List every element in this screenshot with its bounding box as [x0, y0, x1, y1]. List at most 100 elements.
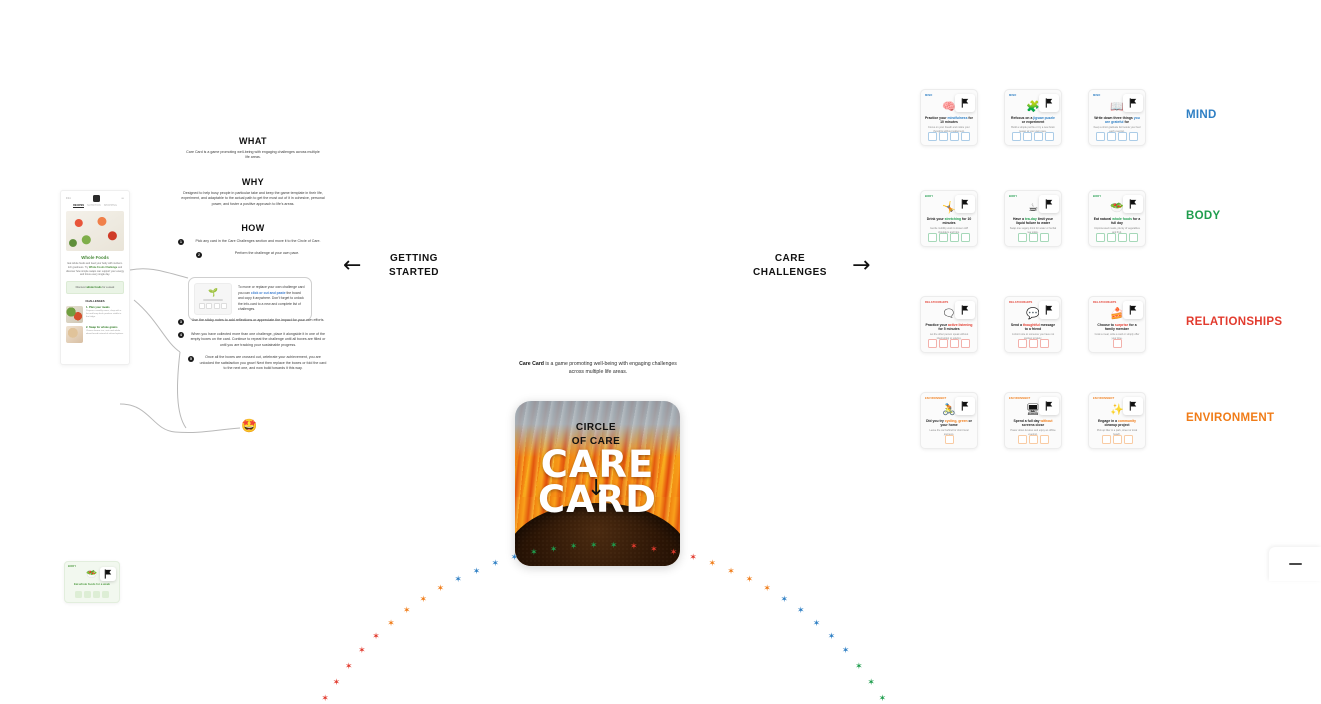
card-checkbox-row[interactable] [1089, 233, 1145, 242]
challenge-card[interactable]: ENVIRONMENT 🚴 Did you try cycling, green o… [920, 392, 978, 449]
tab-recipes[interactable]: RECIPES [73, 204, 85, 208]
callout-text-link[interactable]: click or cut and paste [251, 291, 286, 295]
card-checkbox[interactable] [1107, 132, 1116, 141]
circle-of-care-pin-icon[interactable]: ✶ [419, 595, 427, 605]
flag-icon[interactable] [1039, 397, 1059, 415]
challenge-card[interactable]: ENVIRONMENT 🖥 Spend a full day without scr… [1004, 392, 1062, 449]
card-checkbox[interactable] [1118, 132, 1127, 141]
circle-of-care-pin-icon[interactable]: ✶ [650, 545, 658, 555]
card-title-link[interactable]: cycling, green [945, 419, 968, 423]
challenge-card[interactable]: RELATIONSHIPS 💬 Send a thoughtful message … [1004, 296, 1062, 353]
card-checkbox[interactable] [1107, 233, 1116, 242]
flag-icon[interactable] [1123, 397, 1143, 415]
circle-of-care-pin-icon[interactable]: ✶ [867, 678, 875, 688]
circle-of-care-pin-icon[interactable]: ✶ [842, 647, 850, 656]
card-checkbox[interactable] [75, 591, 82, 598]
card-checkbox[interactable] [1096, 132, 1105, 141]
circle-of-care-pin-icon[interactable]: ✶ [333, 678, 341, 688]
flag-icon[interactable] [1039, 94, 1059, 112]
card-title-link[interactable]: tea-day [1025, 217, 1037, 221]
card-checkbox-row[interactable] [1089, 132, 1145, 141]
flag-icon[interactable] [100, 567, 116, 581]
card-checkbox-row[interactable] [1005, 435, 1061, 444]
circle-of-care-pin-icon[interactable]: ✶ [763, 585, 771, 594]
card-title-link[interactable]: thoughtful [1023, 323, 1040, 327]
flag-icon[interactable] [955, 397, 975, 415]
card-title-link[interactable]: without [1040, 419, 1052, 423]
circle-of-care-pin-icon[interactable]: ✶ [491, 560, 499, 569]
card-checkbox[interactable] [1012, 132, 1021, 141]
card-checkbox[interactable] [1039, 233, 1049, 242]
challenge-card[interactable]: MIND 🧩 Refocus on a jigsaw puzzle or exper… [1004, 89, 1062, 146]
circle-of-care-pin-icon[interactable]: ✶ [550, 545, 558, 555]
card-checkbox[interactable] [939, 339, 948, 348]
circle-of-care-pin-icon[interactable]: ✶ [879, 695, 887, 704]
circle-of-care-pin-icon[interactable]: ✶ [813, 619, 821, 629]
flag-icon[interactable] [955, 195, 975, 213]
challenge-card[interactable]: RELATIONSHIPS 🍰 Choose to surprise for a f… [1088, 296, 1146, 353]
circle-of-care-pin-icon[interactable]: ✶ [358, 647, 366, 656]
card-title-link[interactable]: active listening [948, 323, 973, 327]
zoom-controls[interactable] [1269, 547, 1321, 581]
challenge-card[interactable]: ENVIRONMENT ✨ Engage in a community cleanu… [1088, 392, 1146, 449]
card-title-link[interactable]: surprise [1115, 323, 1128, 327]
card-checkbox-row[interactable] [1005, 233, 1061, 242]
card-checkbox[interactable] [1129, 132, 1138, 141]
card-checkbox[interactable] [1045, 132, 1054, 141]
card-checkbox[interactable] [1096, 233, 1105, 242]
card-checkbox[interactable] [1101, 435, 1111, 444]
flag-icon[interactable] [1123, 94, 1143, 112]
whiteboard-canvas[interactable]: 9:41 ••• RECIPES NUTRITION SHOPPING Whol… [0, 0, 1321, 704]
card-checkbox[interactable] [950, 233, 959, 242]
card-checkbox[interactable] [1023, 132, 1032, 141]
flag-icon[interactable] [955, 301, 975, 319]
circle-of-care-arc[interactable]: ✶ ✶ ✶ ✶ ✶ ✶ ✶ ✶ ✶ ✶ ✶ ✶ ✶ ✶ ✶ ✶ ✶ ✶ ✶ ✶ ✶ ✶ ✶ ✶ ✶ ✶ ✶ ✶ ✶ ✶ ✶ ✶ ✶ ✶ [321, 520, 886, 704]
circle-of-care-pin-icon[interactable]: ✶ [689, 554, 697, 563]
flag-icon[interactable] [1123, 195, 1143, 213]
card-checkbox-row[interactable] [921, 339, 977, 348]
card-checkbox[interactable] [1034, 132, 1043, 141]
circle-of-care-pin-icon[interactable]: ✶ [530, 549, 538, 558]
circle-of-care-pin-icon[interactable]: ✶ [403, 607, 411, 616]
card-title-link[interactable]: mindfulness [947, 116, 967, 120]
card-title-link[interactable]: jigsaw puzzle [1033, 116, 1055, 120]
app-cta-button[interactable]: Discover whole foods for a week [66, 281, 124, 294]
card-checkbox[interactable] [84, 591, 91, 598]
circle-of-care-pin-icon[interactable]: ✶ [437, 585, 445, 594]
card-checkbox[interactable] [1028, 435, 1038, 444]
challenge-card[interactable]: MIND 🧠 Practice your mindfulness for 10 mi… [920, 89, 978, 146]
card-checkbox-row[interactable] [65, 591, 119, 598]
challenge-card[interactable]: BODY ☕ Have a tea-day limit your liquid fa… [1004, 190, 1062, 247]
card-checkbox-row[interactable] [921, 132, 977, 141]
circle-of-care-pin-icon[interactable]: ✶ [855, 662, 863, 672]
card-checkbox-row[interactable] [1005, 339, 1061, 348]
card-checkbox[interactable] [939, 233, 948, 242]
card-checkbox[interactable] [961, 339, 970, 348]
card-checkbox[interactable] [928, 132, 937, 141]
tab-shopping[interactable]: SHOPPING [104, 204, 117, 208]
card-checkbox-row[interactable] [921, 435, 977, 444]
card-checkbox[interactable] [93, 591, 100, 598]
flag-icon[interactable] [1039, 195, 1059, 213]
card-checkbox[interactable] [1112, 435, 1122, 444]
flag-icon[interactable] [1039, 301, 1059, 319]
circle-of-care-pin-icon[interactable]: ✶ [321, 695, 329, 704]
card-title-link[interactable]: stretching [945, 217, 961, 221]
tab-nutrition[interactable]: NUTRITION [87, 204, 101, 208]
circle-of-care-pin-icon[interactable]: ✶ [630, 543, 638, 552]
card-checkbox[interactable] [102, 591, 109, 598]
card-checkbox[interactable] [1028, 339, 1038, 348]
circle-of-care-pin-icon[interactable]: ✶ [781, 595, 789, 605]
circle-of-care-pin-icon[interactable]: ✶ [454, 575, 462, 585]
card-checkbox-row[interactable] [1005, 132, 1061, 141]
circle-of-care-pin-icon[interactable]: ✶ [828, 633, 836, 642]
callout-box[interactable]: 🌱 To move or replace your own challenge … [188, 277, 312, 321]
circle-of-care-pin-icon[interactable]: ✶ [473, 567, 481, 577]
list-item[interactable]: 1. Plan your meals Prepare a weekly menu… [66, 306, 124, 323]
card-checkbox[interactable] [939, 132, 948, 141]
circle-of-care-pin-icon[interactable]: ✶ [590, 542, 598, 551]
card-checkbox[interactable] [1039, 435, 1049, 444]
card-checkbox[interactable] [1017, 435, 1027, 444]
smiley-sticker-icon[interactable]: 🤩 [241, 420, 257, 433]
circle-of-care-pin-icon[interactable]: ✶ [670, 549, 678, 558]
